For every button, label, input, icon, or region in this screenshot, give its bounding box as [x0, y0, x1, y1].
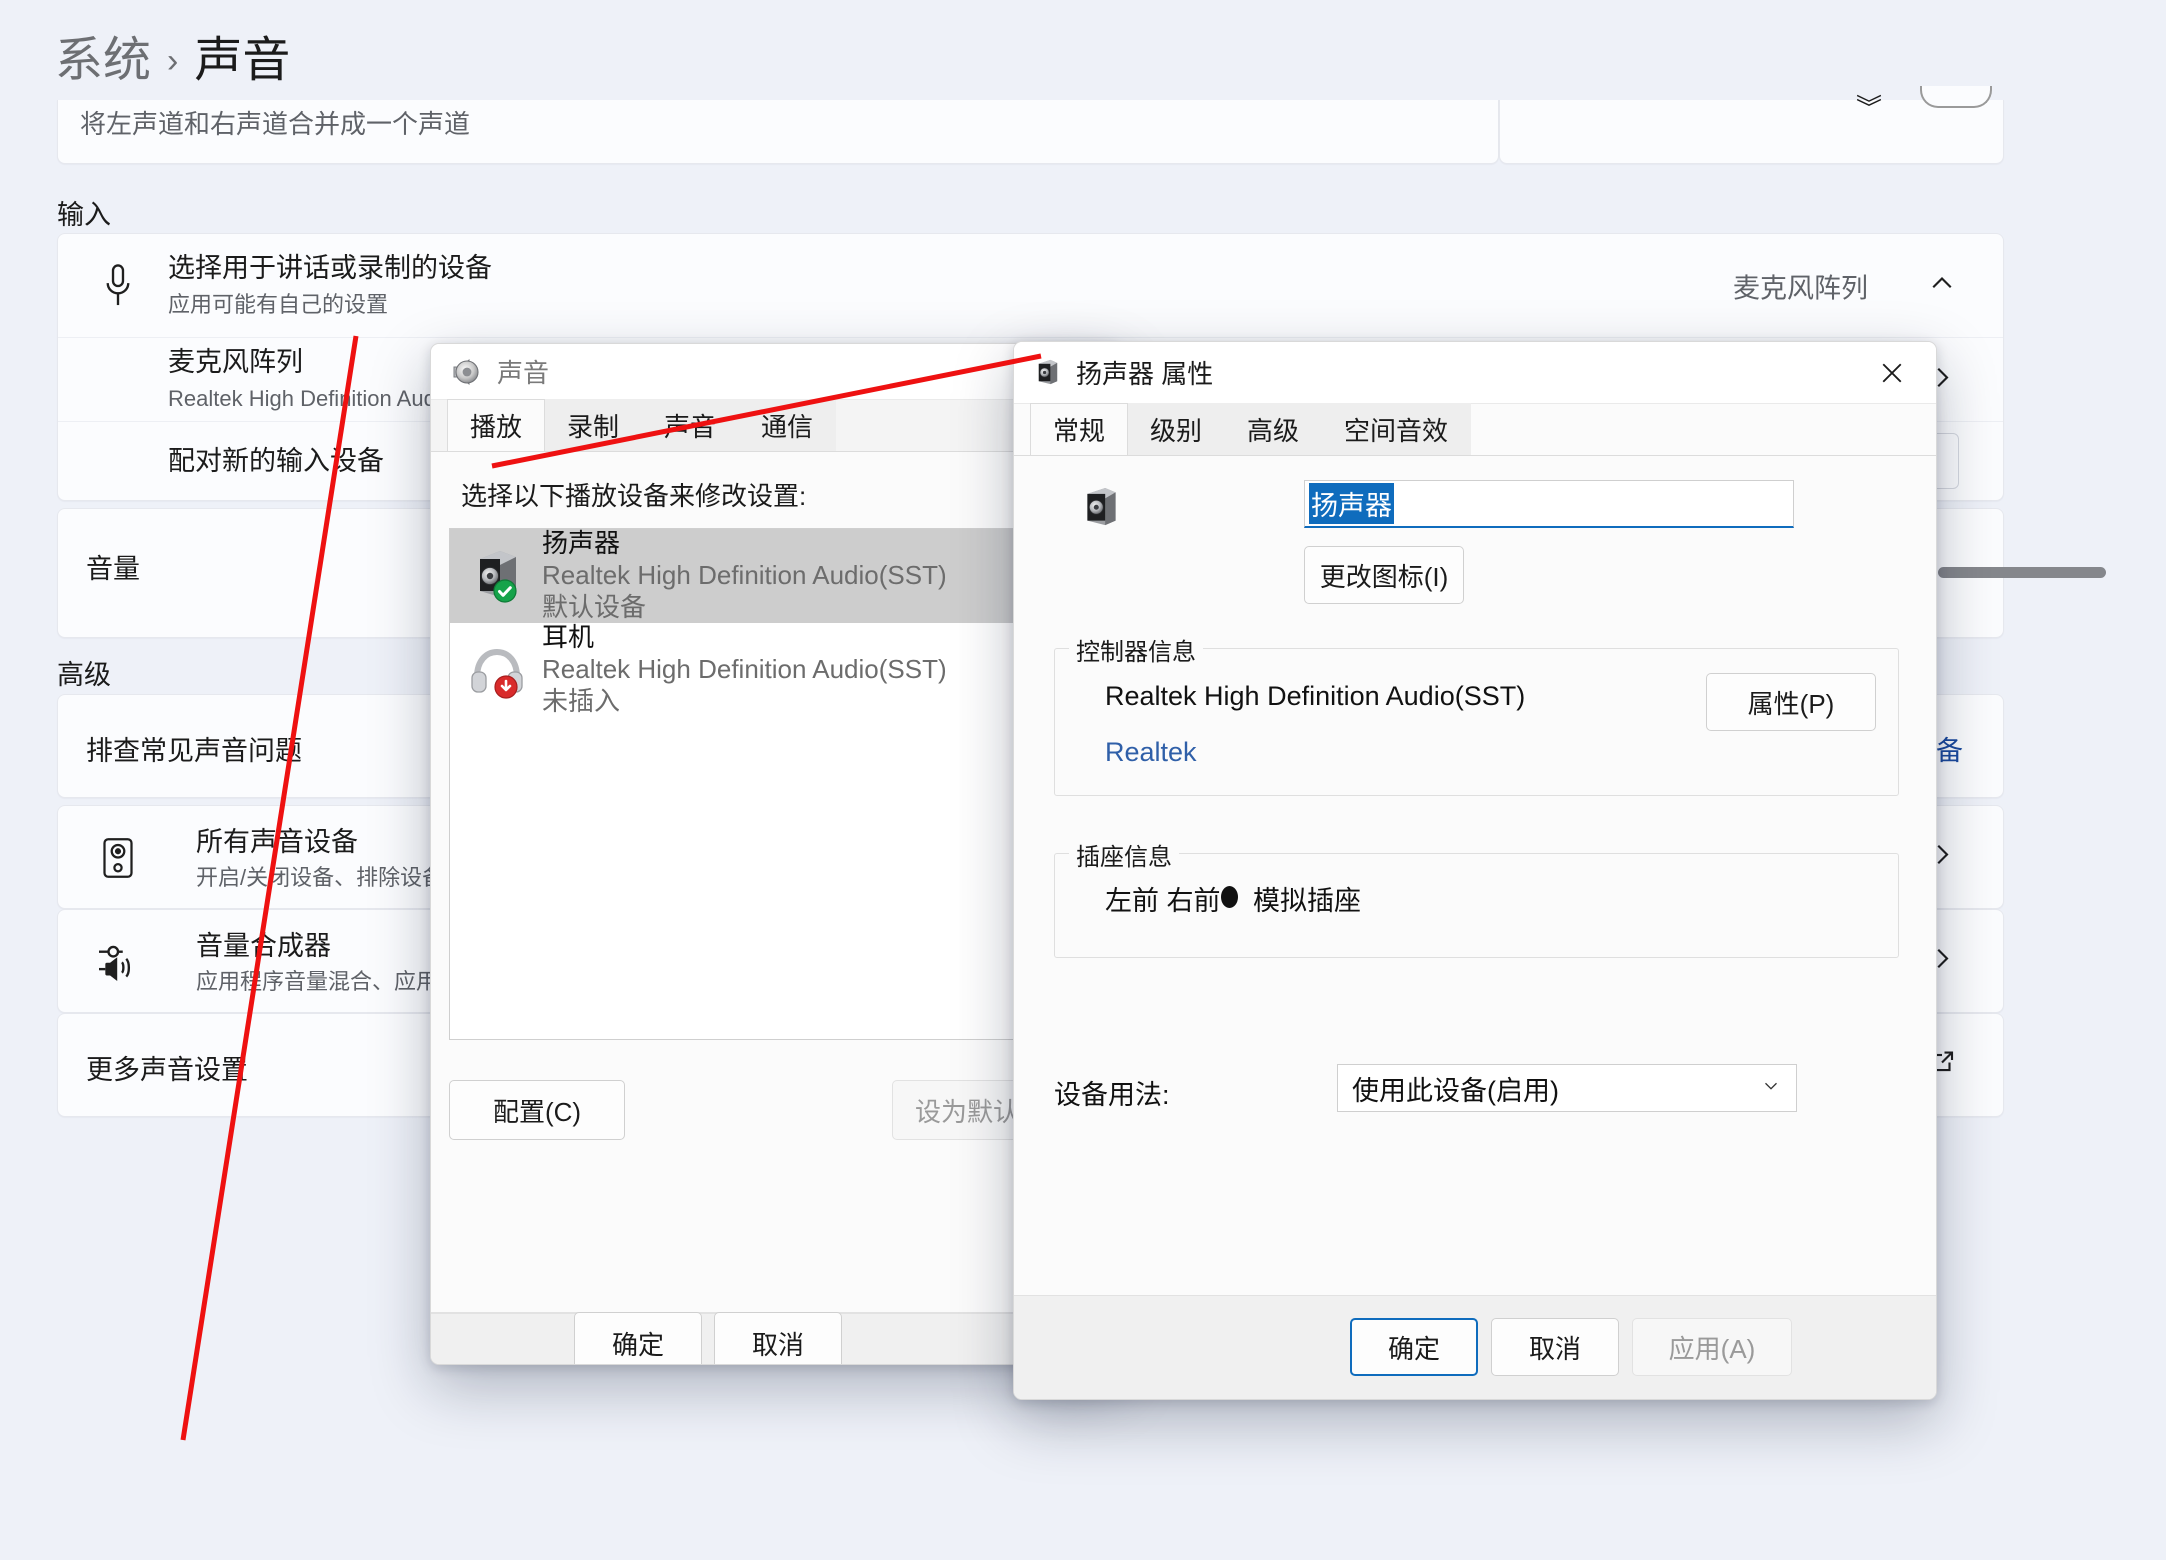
- tab-communications[interactable]: 通信: [738, 399, 837, 451]
- section-title-advanced: 高级: [57, 660, 111, 690]
- mono-audio-label: 将左声道和右声道合并成一个声道: [80, 109, 471, 139]
- jack-channels: 左前 右前: [1105, 886, 1221, 916]
- tab-label: 声音: [664, 412, 717, 442]
- speaker-device-icon: [1032, 358, 1062, 388]
- microphone-icon: [96, 263, 140, 308]
- tab-label: 级别: [1150, 416, 1203, 446]
- row-title: 更多声音设置: [86, 1055, 248, 1085]
- mono-audio-toggle-glyph: ︾: [1856, 88, 1896, 106]
- tab-general[interactable]: 常规: [1030, 403, 1129, 455]
- playback-device-list[interactable]: 扬声器 Realtek High Definition Audio(SST) 默…: [449, 528, 1103, 1040]
- tab-label: 播放: [470, 412, 523, 442]
- device-state: 默认设备: [542, 591, 647, 622]
- sound-dialog-instruction: 选择以下播放设备来修改设置:: [461, 481, 807, 511]
- breadcrumb-parent[interactable]: 系统: [55, 34, 151, 87]
- sound-ok-button[interactable]: 确定: [574, 1312, 702, 1364]
- properties-apply-button[interactable]: 应用(A): [1632, 1318, 1792, 1376]
- device-description: Realtek High Definition Audio(SST): [542, 560, 947, 591]
- device-state: 未插入: [542, 685, 621, 716]
- breadcrumb: 系统 › 声音: [55, 32, 290, 90]
- row-title: 选择用于讲话或录制的设备: [168, 253, 492, 284]
- device-usage-label: 设备用法:: [1054, 1080, 1170, 1110]
- controller-properties-label: 属性(P): [1747, 688, 1835, 719]
- device-name: 扬声器: [542, 528, 621, 559]
- controller-properties-button[interactable]: 属性(P): [1706, 673, 1876, 731]
- volume-mixer-icon: [96, 940, 140, 984]
- tab-label: 高级: [1247, 416, 1300, 446]
- properties-apply-label: 应用(A): [1668, 1333, 1756, 1364]
- jack-info-group: 插座信息 左前 右前 模拟插座: [1054, 837, 1899, 958]
- controller-info-label: 控制器信息: [1069, 632, 1203, 667]
- device-name: 耳机: [542, 622, 595, 653]
- row-select-input-device[interactable]: 选择用于讲话或录制的设备 应用可能有自己的设置 麦克风阵列: [58, 234, 2003, 337]
- breadcrumb-separator-icon: ›: [167, 42, 179, 80]
- properties-tabstrip[interactable]: 常规 级别 高级 空间音效: [1014, 403, 1936, 456]
- device-description: Realtek High Definition Audio(SST): [542, 654, 947, 685]
- change-icon-button[interactable]: 更改图标(I): [1304, 546, 1464, 604]
- speaker-properties-dialog[interactable]: 扬声器 属性 常规 级别 高级 空间音效 扬声器 更改图标(I) 控制器信息 R…: [1013, 341, 1937, 1400]
- chevron-down-icon: [1760, 1073, 1782, 1104]
- tab-label: 空间音效: [1344, 416, 1449, 446]
- properties-device-icon: [1077, 483, 1123, 538]
- configure-button[interactable]: 配置(C): [449, 1080, 625, 1140]
- jack-info-label: 插座信息: [1069, 837, 1179, 872]
- tab-sounds[interactable]: 声音: [641, 399, 740, 451]
- properties-ok-label: 确定: [1387, 1333, 1440, 1364]
- headphone-device-icon: [466, 639, 528, 701]
- controller-vendor-link[interactable]: Realtek: [1105, 737, 1197, 768]
- sound-ok-label: 确定: [611, 1329, 664, 1360]
- speaker-device-icon: [466, 545, 528, 607]
- tab-label: 通信: [761, 412, 814, 442]
- tab-label: 录制: [567, 412, 620, 442]
- properties-titlebar[interactable]: 扬声器 属性: [1014, 342, 1936, 404]
- mono-audio-card-right[interactable]: [1499, 100, 2004, 164]
- volume-label: 音量: [86, 554, 140, 584]
- volume-slider[interactable]: [1938, 567, 2106, 578]
- jack-dot-icon: [1221, 886, 1238, 908]
- row-title: 排查常见声音问题: [86, 736, 302, 766]
- list-item[interactable]: 耳机 Realtek High Definition Audio(SST) 未插…: [450, 622, 1102, 717]
- properties-dialog-footer: 确定 取消 应用(A): [1014, 1295, 1936, 1399]
- configure-button-label: 配置(C): [492, 1096, 582, 1127]
- close-icon[interactable]: [1864, 351, 1920, 395]
- section-title-input: 输入: [57, 200, 111, 230]
- row-trailing-value: 麦克风阵列: [1733, 273, 1868, 303]
- row-title: 配对新的输入设备: [168, 445, 384, 476]
- controller-info-group: 控制器信息 Realtek High Definition Audio(SST)…: [1054, 632, 1899, 796]
- chevron-up-icon[interactable]: [1927, 268, 1957, 303]
- sound-dialog-title: 声音: [497, 358, 550, 388]
- device-usage-select[interactable]: 使用此设备(启用): [1337, 1064, 1797, 1112]
- tab-recording[interactable]: 录制: [544, 399, 643, 451]
- change-icon-button-label: 更改图标(I): [1319, 561, 1449, 592]
- device-name-input[interactable]: 扬声器: [1304, 480, 1794, 528]
- speaker-icon: [449, 355, 483, 389]
- tab-label: 常规: [1053, 416, 1106, 446]
- tab-advanced[interactable]: 高级: [1224, 403, 1323, 455]
- device-name-input-value: 扬声器: [1309, 483, 1394, 524]
- tab-levels[interactable]: 级别: [1127, 403, 1226, 455]
- controller-name: Realtek High Definition Audio(SST): [1105, 681, 1526, 711]
- sound-cancel-button[interactable]: 取消: [714, 1312, 842, 1364]
- sound-cancel-label: 取消: [751, 1329, 804, 1360]
- properties-ok-button[interactable]: 确定: [1350, 1318, 1478, 1376]
- mono-audio-card[interactable]: 将左声道和右声道合并成一个声道: [57, 100, 1499, 164]
- device-usage-value: 使用此设备(启用): [1352, 1075, 1559, 1106]
- mono-audio-toggle[interactable]: [1920, 86, 1992, 108]
- tab-playback[interactable]: 播放: [447, 399, 546, 451]
- row-subtitle: 应用可能有自己的设置: [168, 291, 389, 317]
- properties-cancel-label: 取消: [1528, 1333, 1581, 1364]
- properties-dialog-title: 扬声器 属性: [1076, 359, 1214, 389]
- properties-cancel-button[interactable]: 取消: [1491, 1318, 1619, 1376]
- jack-type: 模拟插座: [1253, 886, 1361, 916]
- list-item[interactable]: 扬声器 Realtek High Definition Audio(SST) 默…: [450, 529, 1102, 623]
- tab-spatial-audio[interactable]: 空间音效: [1321, 403, 1472, 455]
- breadcrumb-current: 声音: [194, 34, 291, 87]
- speaker-box-icon: [96, 836, 140, 880]
